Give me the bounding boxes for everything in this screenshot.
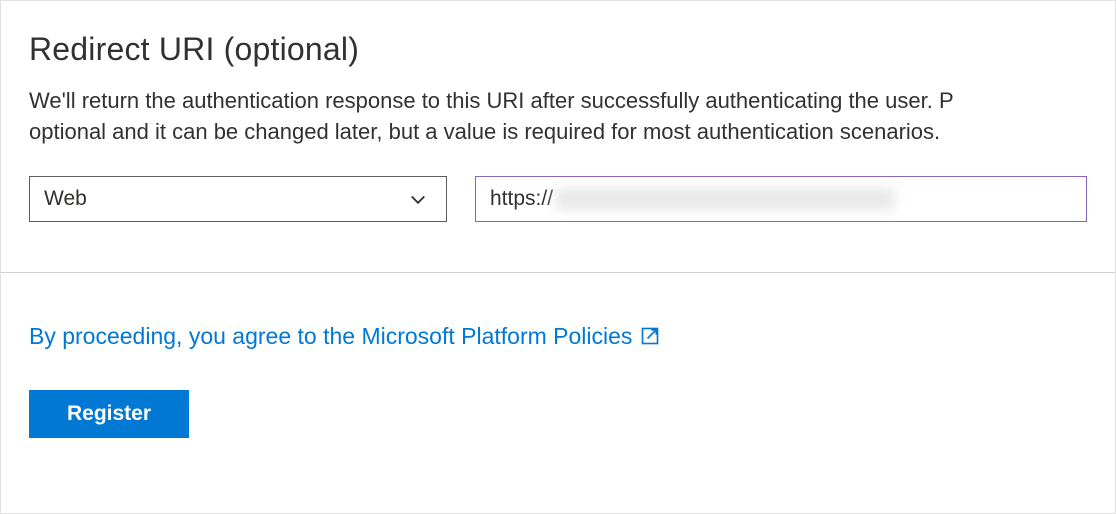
redirect-uri-input[interactable]: https:// <box>475 176 1087 222</box>
platform-selected-value: Web <box>44 187 408 211</box>
redirect-uri-form-row: Web https:// <box>29 176 1087 222</box>
section-description: We'll return the authentication response… <box>29 86 1087 148</box>
redirect-uri-redacted <box>555 188 895 210</box>
section-divider <box>1 272 1115 273</box>
register-button[interactable]: Register <box>29 390 189 438</box>
platform-type-dropdown[interactable]: Web <box>29 176 447 222</box>
redirect-uri-value-prefix: https:// <box>490 187 553 211</box>
redirect-uri-section: Redirect URI (optional) We'll return the… <box>0 0 1116 514</box>
chevron-down-icon <box>408 189 432 209</box>
platform-policies-link[interactable]: By proceeding, you agree to the Microsof… <box>29 323 1087 350</box>
policies-link-text: By proceeding, you agree to the Microsof… <box>29 323 632 350</box>
external-link-icon <box>640 326 660 346</box>
section-title: Redirect URI (optional) <box>29 31 1087 68</box>
